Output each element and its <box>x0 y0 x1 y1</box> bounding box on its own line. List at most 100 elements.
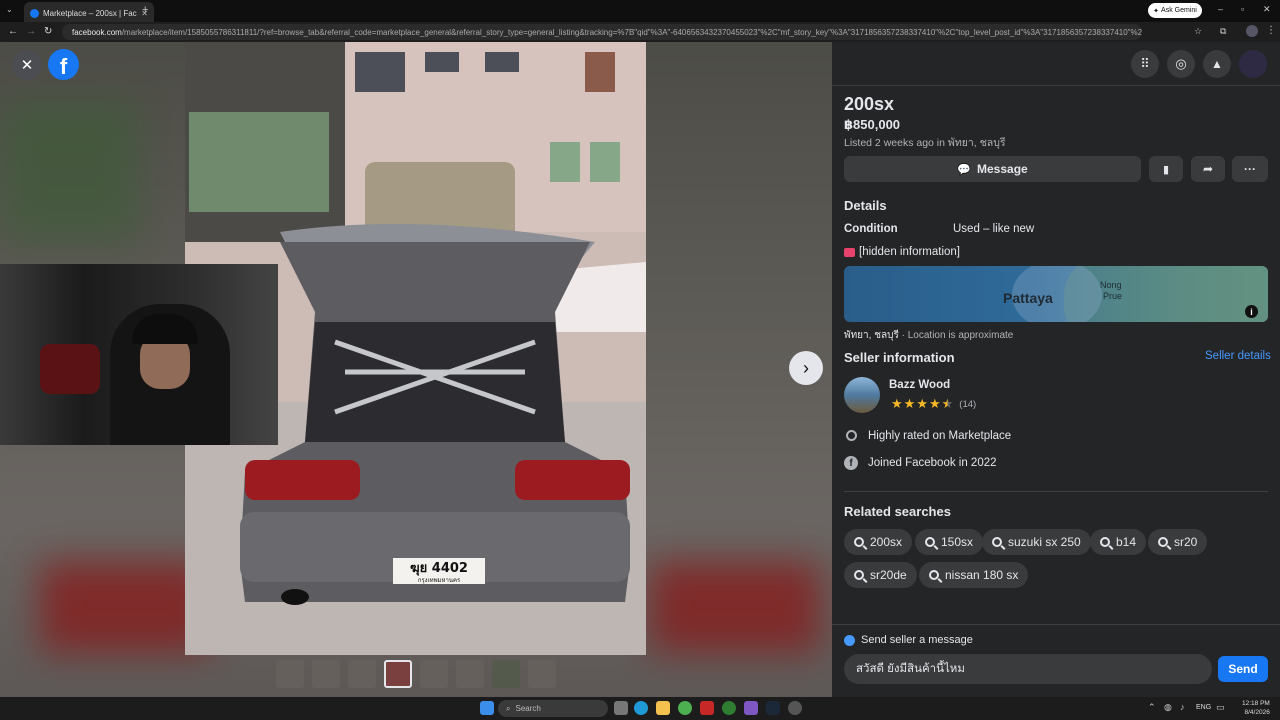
photo-thumbnail[interactable] <box>492 660 520 688</box>
share-button[interactable]: ➦ <box>1191 156 1225 182</box>
ask-gemini-label: Ask Gemini <box>1161 7 1197 14</box>
menu-grid-icon[interactable]: ⠿ <box>1131 50 1159 78</box>
photo-thumbnail[interactable] <box>348 660 376 688</box>
back-icon[interactable]: ← <box>8 26 18 37</box>
red-tag-icon <box>844 247 855 257</box>
app-icon-red[interactable] <box>700 701 714 715</box>
send-button[interactable]: Send <box>1218 656 1268 682</box>
address-bar[interactable]: facebook.com/marketplace/item/1585055786… <box>62 24 1142 40</box>
extensions-icon[interactable]: ⧉ <box>1220 26 1226 37</box>
details-heading: Details <box>844 198 887 213</box>
volume-icon[interactable]: ♪ <box>1180 702 1185 712</box>
hidden-info-line: [hidden information] <box>844 246 960 258</box>
hidden-info-text: [hidden information] <box>859 246 961 258</box>
chip-label: suzuki sx 250 <box>1008 535 1081 549</box>
condition-label: Condition <box>844 223 898 235</box>
bookmark-star-icon[interactable]: ☆ <box>1194 26 1202 37</box>
close-window-icon[interactable]: ✕ <box>1263 4 1271 15</box>
chip-label: 150sx <box>941 535 974 549</box>
file-explorer-icon[interactable] <box>656 701 670 715</box>
app-icon-dark[interactable] <box>788 701 802 715</box>
facebook-logo-icon[interactable]: f <box>48 49 79 80</box>
message-input-value: สวัสดี ยังมีสินค้านี้ไหม <box>856 663 965 675</box>
steam-icon[interactable] <box>766 701 780 715</box>
display-icon[interactable]: ▭ <box>1216 702 1225 713</box>
clock-date: 8/4/2026 <box>1244 709 1270 716</box>
browser-tab[interactable]: Marketplace – 200sx | Facebook ✕ <box>24 2 154 24</box>
related-chip-200sx[interactable]: 200sx <box>844 529 913 555</box>
star-icon: ★ <box>903 396 916 411</box>
seller-name[interactable]: Bazz Wood <box>889 379 950 391</box>
seller-rating[interactable]: ★ ★ ★ ★ ★ (14) <box>891 396 976 412</box>
photo-thumbnail[interactable] <box>312 660 340 688</box>
location-map[interactable]: Pattaya Nong Prue i <box>844 266 1268 322</box>
related-chip-nissan-180-sx[interactable]: nissan 180 sx <box>919 562 1029 588</box>
taskbar-search-box[interactable]: ⌕ Search <box>498 700 608 717</box>
seller-avatar[interactable] <box>844 377 880 413</box>
photo-thumbnail[interactable] <box>420 660 448 688</box>
chip-label: sr20 <box>1174 535 1198 549</box>
reload-icon[interactable]: ↻ <box>44 26 52 37</box>
award-badge-icon <box>846 430 857 441</box>
minimize-window-icon[interactable]: – <box>1218 4 1223 14</box>
close-viewer-button[interactable]: ✕ <box>12 50 42 80</box>
chrome-icon[interactable] <box>678 701 692 715</box>
save-button[interactable]: ▮ <box>1149 156 1183 182</box>
related-chip-b14[interactable]: b14 <box>1090 529 1147 555</box>
forward-icon[interactable]: → <box>26 26 36 37</box>
network-icon[interactable]: ◍ <box>1164 702 1172 713</box>
related-chip-sr20de[interactable]: sr20de <box>844 562 917 588</box>
map-city-label: Pattaya <box>1003 290 1053 306</box>
facebook-favicon-icon <box>30 8 39 18</box>
related-chip-suzuki-sx-250[interactable]: suzuki sx 250 <box>982 529 1091 555</box>
taskbar-search-icon: ⌕ <box>506 703 511 713</box>
clock[interactable]: 12:18 PM 8/4/2026 <box>1242 699 1270 717</box>
seller-heading: Seller information <box>844 350 955 365</box>
new-tab-icon[interactable]: + <box>142 4 148 16</box>
edge-browser-icon[interactable] <box>634 701 648 715</box>
tab-list-chevron-icon[interactable]: ⌄ <box>6 5 13 14</box>
photo-thumbnail[interactable] <box>276 660 304 688</box>
photo-thumbnail-selected[interactable] <box>384 660 412 688</box>
message-input[interactable]: สวัสดี ยังมีสินค้านี้ไหม <box>844 654 1212 684</box>
search-icon <box>854 537 864 547</box>
send-button-label: Send <box>1228 662 1258 676</box>
profile-icon[interactable] <box>1246 25 1258 37</box>
composer-divider <box>832 624 1280 625</box>
notifications-bell-icon[interactable]: ▲ <box>1203 50 1231 78</box>
search-icon <box>929 570 939 580</box>
condition-value: Used – like new <box>953 223 1035 235</box>
account-avatar[interactable] <box>1239 50 1267 78</box>
message-button[interactable]: 💬 Message <box>844 156 1141 182</box>
next-photo-button[interactable]: › <box>789 351 823 385</box>
photo-thumbnail[interactable] <box>528 660 556 688</box>
search-icon <box>854 570 864 580</box>
tray-chevron-icon[interactable]: ⌃ <box>1148 702 1156 713</box>
clock-time: 12:18 PM <box>1242 700 1270 707</box>
map-info-icon[interactable]: i <box>1245 305 1258 318</box>
more-options-button[interactable]: ··· <box>1232 156 1268 182</box>
windows-start-icon[interactable] <box>480 701 494 715</box>
ask-gemini-button[interactable]: ✦ Ask Gemini <box>1148 3 1202 18</box>
chip-label: nissan 180 sx <box>945 568 1019 582</box>
task-view-icon[interactable] <box>614 701 628 715</box>
messenger-icon[interactable]: ◎ <box>1167 50 1195 78</box>
send-message-text: Send seller a message <box>861 634 973 646</box>
seller-details-link[interactable]: Seller details <box>1205 350 1271 362</box>
facebook-top-nav: ⠿ ◎ ▲ <box>832 42 1280 86</box>
related-chip-150sx[interactable]: 150sx <box>915 529 984 555</box>
app-icon-active[interactable] <box>744 701 758 715</box>
xbox-icon[interactable] <box>722 701 736 715</box>
send-message-label: Send seller a message <box>844 634 973 646</box>
related-chip-sr20[interactable]: sr20 <box>1148 529 1208 555</box>
maximize-window-icon[interactable]: ▫ <box>1241 4 1244 14</box>
listed-location-link[interactable]: พัทยา, ชลบุรี <box>948 137 1006 149</box>
map-nearby-label-1: Nong <box>1100 280 1122 290</box>
thumbnail-strip <box>276 660 556 688</box>
photo-thumbnail[interactable] <box>456 660 484 688</box>
map-nearby-label-2: Prue <box>1103 291 1123 301</box>
star-icon: ★ <box>928 396 941 411</box>
chip-label: sr20de <box>870 568 907 582</box>
browser-menu-icon[interactable]: ⋮ <box>1266 25 1276 36</box>
language-indicator[interactable]: ENG <box>1196 704 1211 711</box>
